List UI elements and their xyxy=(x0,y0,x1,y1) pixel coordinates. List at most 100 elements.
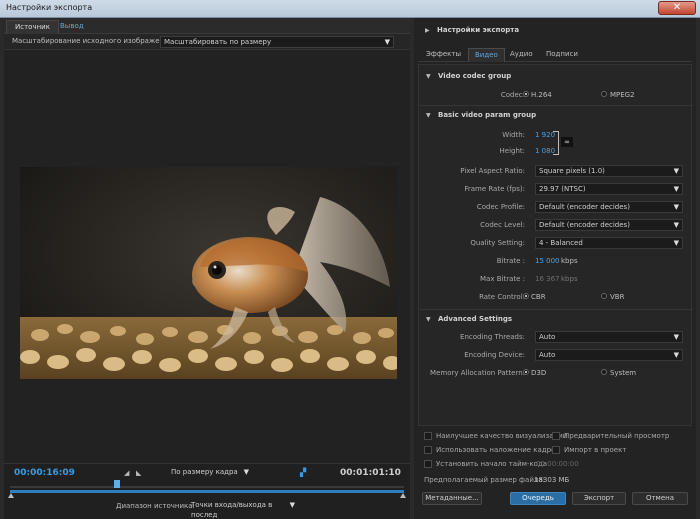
tab-video[interactable]: Видео xyxy=(468,48,505,62)
rc-cbr-radio[interactable] xyxy=(523,293,529,299)
timecode-label: Установить начало тайм-кода xyxy=(436,460,548,468)
preview-area xyxy=(4,51,410,463)
device-dropdown[interactable]: Auto ▼ xyxy=(535,349,683,361)
export-button[interactable]: Экспорт xyxy=(572,492,626,505)
scaling-row: Масштабирование исходного изображения: М… xyxy=(4,34,410,50)
video-settings: ▼ Video codec group Codec: H.264 MPEG2 ▼… xyxy=(418,64,693,426)
par-dropdown[interactable]: Square pixels (1.0) ▼ xyxy=(535,165,683,177)
preview-label: Предварительный просмотр xyxy=(564,432,670,440)
chevron-down-icon: ▼ xyxy=(243,468,249,476)
chevron-down-icon: ▼ xyxy=(673,167,679,175)
timeline-track[interactable] xyxy=(10,486,404,488)
video-codec-group-title: Video codec group xyxy=(438,72,512,80)
rc-vbr-label: VBR xyxy=(610,293,625,301)
video-preview xyxy=(20,167,397,379)
filesize-value: 18303 МБ xyxy=(534,476,570,484)
profile-label: Codec Profile: xyxy=(476,203,525,211)
fit-dropdown[interactable]: По размеру кадра ▼ xyxy=(168,467,252,479)
video-codec-group-header[interactable]: ▼ Video codec group xyxy=(419,70,691,84)
level-dropdown[interactable]: Default (encoder decides) ▼ xyxy=(535,219,683,231)
ratecontrol-label: Rate Control: xyxy=(479,293,525,301)
width-label: Width: xyxy=(502,131,525,139)
timecode-checkbox[interactable] xyxy=(424,460,432,468)
settings-tabs: Эффекты Видео Аудио Подписи xyxy=(418,46,692,62)
metadata-button[interactable]: Метаданные... xyxy=(422,492,482,505)
codec-mpeg2-radio[interactable] xyxy=(601,91,607,97)
export-options: Наилучшее качество визуализации Предвари… xyxy=(418,430,692,490)
fps-value: 29.97 (NTSC) xyxy=(539,185,586,193)
mem-d3d-label: D3D xyxy=(531,369,547,377)
maxbitrate-label: Max Bitrate : xyxy=(480,275,525,283)
mem-system-radio[interactable] xyxy=(601,369,607,375)
close-button[interactable]: ✕ xyxy=(658,1,696,15)
threads-label: Encoding Threads: xyxy=(460,333,525,341)
source-output-panel: Источник Вывод Масштабирование исходного… xyxy=(4,18,410,519)
basic-group-header[interactable]: ▼ Basic video param group xyxy=(419,109,691,123)
import-checkbox[interactable] xyxy=(552,446,560,454)
mem-d3d-radio[interactable] xyxy=(523,369,529,375)
chevron-down-icon: ▼ xyxy=(673,185,679,193)
fps-label: Frame Rate (fps): xyxy=(464,185,525,193)
chevron-down-icon: ▼ xyxy=(384,38,390,46)
quality-value: 4 - Balanced xyxy=(539,239,583,247)
tab-effects[interactable]: Эффекты xyxy=(420,48,467,62)
codec-mpeg2-label: MPEG2 xyxy=(610,91,635,99)
scaling-dropdown[interactable]: Масштабировать по размеру ▼ xyxy=(160,36,394,48)
codec-label: Codec: xyxy=(500,91,525,99)
par-value: Square pixels (1.0) xyxy=(539,167,605,175)
memory-label: Memory Allocation Pattern: xyxy=(430,369,525,377)
quality-dropdown[interactable]: 4 - Balanced ▼ xyxy=(535,237,683,249)
out-point-marker[interactable] xyxy=(400,493,406,498)
profile-dropdown[interactable]: Default (encoder decides) ▼ xyxy=(535,201,683,213)
filesize-label: Предполагаемый размер файла: xyxy=(424,476,545,484)
device-label: Encoding Device: xyxy=(464,351,525,359)
import-label: Импорт в проект xyxy=(564,446,627,454)
fps-dropdown[interactable]: 29.97 (NTSC) ▼ xyxy=(535,183,683,195)
divider xyxy=(419,309,693,310)
tab-source[interactable]: Источник xyxy=(6,20,59,34)
frame-blend-checkbox[interactable] xyxy=(424,446,432,454)
timecode-start-value: 00:00:00:00 xyxy=(536,460,579,468)
chain-link-icon[interactable]: ∞ xyxy=(561,137,573,147)
export-settings-panel: ▶ Настройки экспорта Эффекты Видео Аудио… xyxy=(414,18,696,519)
mark-out-icon[interactable]: ◣ xyxy=(136,469,141,477)
threads-value: Auto xyxy=(539,333,556,341)
range-icon[interactable]: ▞ xyxy=(300,468,306,477)
codec-h264-radio[interactable] xyxy=(523,91,529,97)
source-range-dropdown[interactable]: Точки входа/выхода в послед ▼ xyxy=(188,500,298,519)
par-label: Pixel Aspect Ratio: xyxy=(460,167,525,175)
in-point-marker[interactable] xyxy=(8,493,14,498)
mark-in-icon[interactable]: ◢ xyxy=(124,469,129,477)
queue-button[interactable]: Очередь xyxy=(510,492,566,505)
advanced-group-header[interactable]: ▼ Advanced Settings xyxy=(419,313,691,327)
timecode-current[interactable]: 00:00:16:09 xyxy=(14,468,75,478)
preview-checkbox[interactable] xyxy=(552,432,560,440)
chevron-down-icon: ▼ xyxy=(673,221,679,229)
bitrate-value[interactable]: 15 000 xyxy=(535,257,560,265)
chevron-down-icon: ▼ xyxy=(673,239,679,247)
threads-dropdown[interactable]: Auto ▼ xyxy=(535,331,683,343)
level-value: Default (encoder decides) xyxy=(539,221,630,229)
basic-group-title: Basic video param group xyxy=(438,111,537,119)
title-bar: Настройки экспорта ✕ xyxy=(0,0,700,18)
best-quality-checkbox[interactable] xyxy=(424,432,432,440)
timeline-range-bar[interactable] xyxy=(10,490,404,493)
tab-output[interactable]: Вывод xyxy=(52,20,92,34)
source-range-value: Точки входа/выхода в послед xyxy=(191,501,273,519)
chevron-down-icon: ▼ xyxy=(426,73,431,80)
link-bracket xyxy=(553,131,559,155)
chevron-down-icon: ▼ xyxy=(426,316,431,323)
cancel-button[interactable]: Отмена xyxy=(632,492,688,505)
chevron-down-icon: ▼ xyxy=(289,501,295,509)
chevron-down-icon: ▼ xyxy=(426,112,431,119)
playhead[interactable] xyxy=(114,480,120,488)
chevron-down-icon: ▼ xyxy=(673,351,679,359)
tab-captions[interactable]: Подписи xyxy=(540,48,584,62)
timecode-duration: 00:01:01:10 xyxy=(340,468,401,478)
goldfish-frame xyxy=(20,197,397,379)
profile-value: Default (encoder decides) xyxy=(539,203,630,211)
export-settings-header[interactable]: ▶ Настройки экспорта xyxy=(414,24,696,38)
tab-audio[interactable]: Аудио xyxy=(504,48,539,62)
rc-vbr-radio[interactable] xyxy=(601,293,607,299)
left-tabs: Источник Вывод xyxy=(4,18,410,34)
